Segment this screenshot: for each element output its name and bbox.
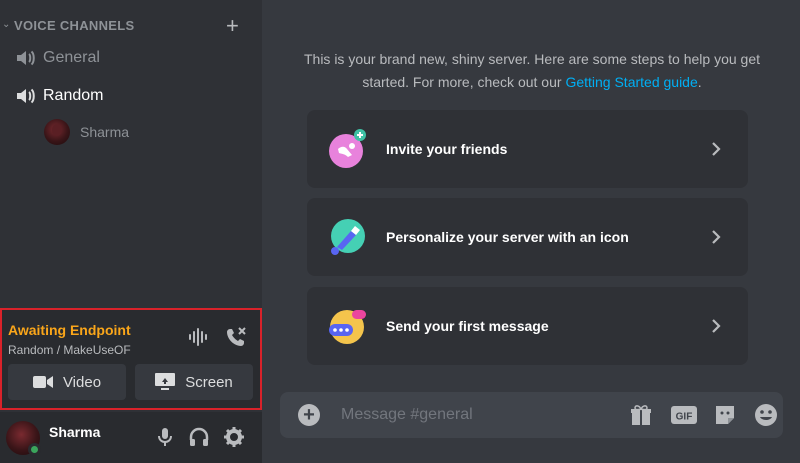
card-label: Personalize your server with an icon — [386, 229, 629, 245]
add-channel-button[interactable]: + — [226, 14, 239, 38]
gif-icon[interactable]: GIF — [671, 403, 697, 427]
username[interactable]: Sharma — [49, 424, 100, 440]
getting-started-link[interactable]: Getting Started guide — [565, 74, 697, 90]
screen-share-button[interactable]: Screen — [135, 364, 253, 400]
chevron-down-icon[interactable]: ⌄ — [2, 19, 12, 31]
user-panel: Sharma — [0, 412, 262, 463]
section-title: VOICE CHANNELS — [14, 18, 135, 33]
connection-location[interactable]: Random / MakeUseOF — [8, 343, 131, 357]
emoji-icon[interactable] — [754, 403, 778, 427]
voice-user-sharma[interactable]: Sharma — [44, 118, 129, 146]
card-first-message[interactable]: Send your first message — [307, 287, 748, 365]
first-message-icon — [329, 310, 366, 344]
video-button[interactable]: Video — [8, 364, 126, 400]
noise-suppression-icon[interactable] — [188, 327, 210, 347]
video-label: Video — [62, 373, 102, 391]
disconnect-icon[interactable] — [224, 325, 248, 349]
invite-friends-icon — [329, 129, 366, 168]
online-status-dot — [28, 443, 41, 456]
channel-name: General — [43, 49, 100, 66]
settings-gear-icon[interactable] — [223, 426, 245, 448]
channel-random[interactable]: Random — [8, 81, 252, 111]
voice-user-name: Sharma — [80, 124, 130, 140]
upload-plus-icon[interactable]: + — [298, 404, 320, 426]
card-invite-friends[interactable]: Invite your friends — [307, 110, 748, 188]
camera-icon — [32, 376, 53, 388]
chevron-right-icon — [712, 230, 721, 244]
speaker-icon — [17, 50, 35, 66]
screen-label: Screen — [185, 373, 233, 391]
voice-connection-panel: Awaiting Endpoint Random / MakeUseOF Vid… — [0, 308, 262, 410]
gif-text: GIF — [676, 412, 693, 423]
chevron-right-icon — [712, 142, 721, 156]
screen-share-icon — [155, 373, 176, 390]
headphones-icon[interactable] — [188, 426, 210, 448]
card-label: Send your first message — [386, 318, 549, 334]
voice-channels-header[interactable]: ⌄ VOICE CHANNELS + — [0, 14, 262, 38]
personalize-icon — [331, 219, 365, 255]
sticker-icon[interactable] — [713, 403, 737, 427]
chevron-right-icon — [712, 319, 721, 333]
microphone-icon[interactable] — [154, 426, 176, 448]
channel-sidebar: ⌄ VOICE CHANNELS + General Random Sharma — [0, 0, 262, 463]
discord-window: ⌄ VOICE CHANNELS + General Random Sharma — [0, 0, 800, 463]
welcome-message: This is your brand new, shiny server. He… — [302, 48, 762, 94]
card-personalize-server[interactable]: Personalize your server with an icon — [307, 198, 748, 276]
main-content: This is your brand new, shiny server. He… — [262, 0, 800, 463]
message-input[interactable]: Message #general — [341, 406, 473, 424]
channel-general[interactable]: General — [8, 43, 252, 73]
channel-name: Random — [43, 87, 104, 104]
connection-status[interactable]: Awaiting Endpoint — [8, 322, 131, 338]
gift-icon[interactable] — [629, 403, 653, 427]
welcome-period: . — [697, 74, 702, 90]
speaker-icon — [17, 88, 35, 104]
avatar — [44, 119, 70, 145]
card-label: Invite your friends — [386, 141, 508, 157]
message-composer[interactable]: + Message #general GIF — [280, 392, 783, 438]
